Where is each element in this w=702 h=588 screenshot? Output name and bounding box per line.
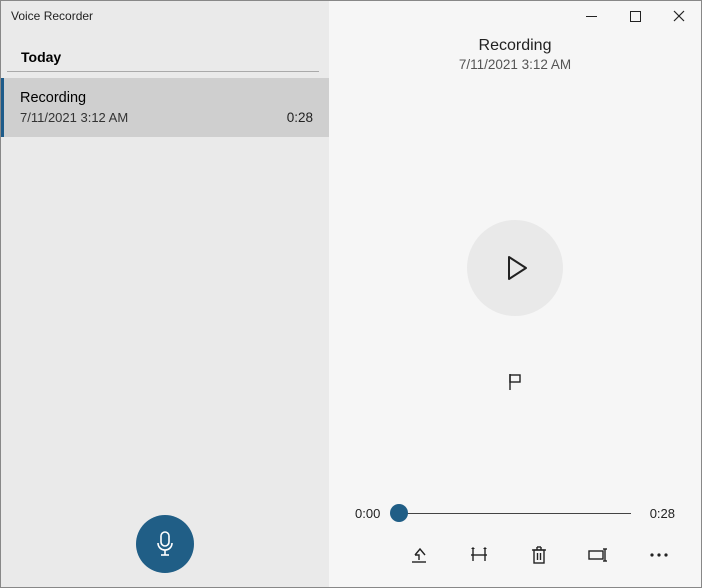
detail-name: Recording	[329, 37, 701, 55]
trash-icon	[530, 545, 548, 565]
flag-icon	[505, 372, 525, 392]
titlebar	[329, 1, 701, 31]
rename-button[interactable]	[585, 541, 613, 569]
current-time: 0:00	[355, 506, 389, 521]
detail-panel: Recording 7/11/2021 3:12 AM	[329, 1, 701, 587]
share-icon	[409, 546, 429, 564]
app-window: Voice Recorder Today Recording 7/11/2021…	[0, 0, 702, 588]
detail-date: 7/11/2021 3:12 AM	[329, 57, 701, 72]
seek-track-line	[399, 513, 631, 514]
seek-thumb[interactable]	[390, 504, 408, 522]
recording-list-item[interactable]: Recording 7/11/2021 3:12 AM 0:28	[1, 78, 329, 137]
minimize-button[interactable]	[569, 1, 613, 31]
trim-icon	[469, 546, 489, 564]
minimize-icon	[586, 11, 597, 22]
play-icon	[498, 251, 532, 285]
detail-header: Recording 7/11/2021 3:12 AM	[329, 37, 701, 72]
maximize-icon	[630, 11, 641, 22]
delete-button[interactable]	[525, 541, 553, 569]
close-icon	[673, 10, 685, 22]
rename-icon	[588, 547, 610, 563]
seek-row: 0:00 0:28	[329, 503, 701, 541]
total-time: 0:28	[641, 506, 675, 521]
play-area	[329, 72, 701, 503]
add-marker-button[interactable]	[501, 368, 529, 396]
sidebar-section-today: Today	[7, 29, 319, 72]
recording-item-date: 7/11/2021 3:12 AM	[20, 110, 128, 125]
more-button[interactable]	[645, 541, 673, 569]
share-button[interactable]	[405, 541, 433, 569]
recording-item-main: Recording 7/11/2021 3:12 AM	[20, 90, 128, 125]
close-button[interactable]	[657, 1, 701, 31]
sidebar: Voice Recorder Today Recording 7/11/2021…	[1, 1, 329, 587]
app-title: Voice Recorder	[1, 1, 329, 29]
trim-button[interactable]	[465, 541, 493, 569]
seek-slider[interactable]	[399, 503, 631, 523]
record-button[interactable]	[136, 515, 194, 573]
recording-item-duration: 0:28	[287, 110, 313, 125]
bottom-toolbar	[329, 541, 701, 587]
recording-item-name: Recording	[20, 90, 128, 106]
maximize-button[interactable]	[613, 1, 657, 31]
more-icon	[649, 552, 669, 558]
play-button[interactable]	[467, 220, 563, 316]
microphone-icon	[154, 530, 176, 558]
